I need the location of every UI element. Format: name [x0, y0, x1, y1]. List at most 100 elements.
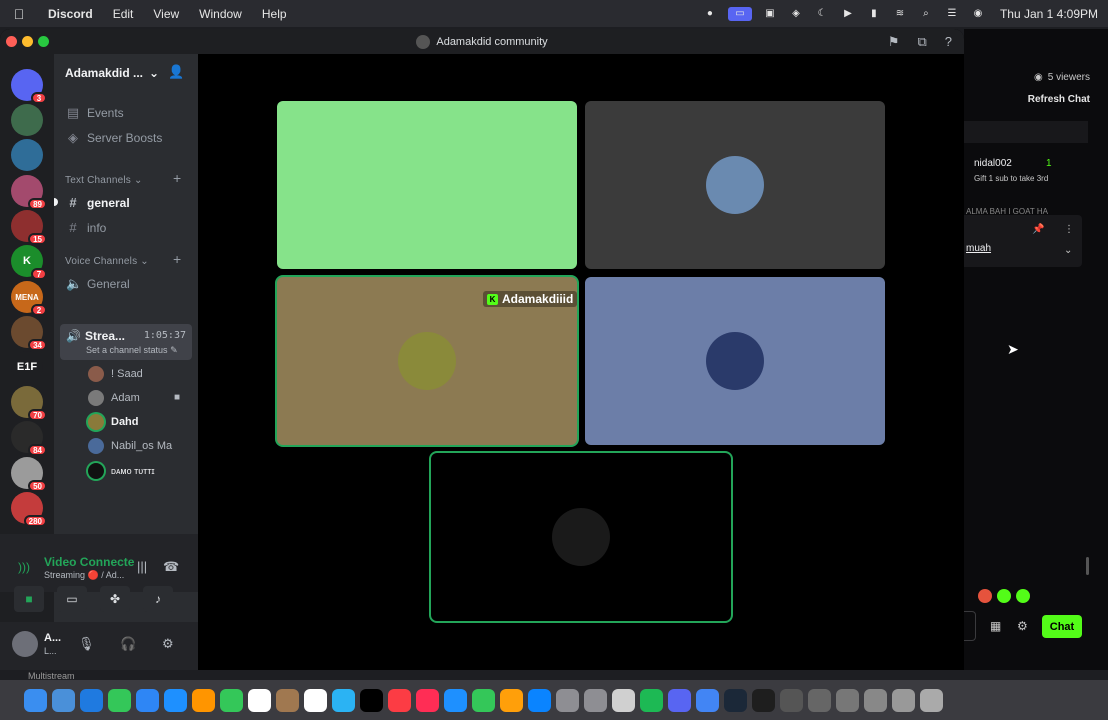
dock-app-icon[interactable] — [696, 688, 719, 712]
dock-app-icon[interactable] — [360, 688, 383, 712]
menu-edit[interactable]: Edit — [103, 7, 144, 21]
dock-app-icon[interactable] — [584, 688, 607, 712]
server-icon[interactable]: 84 — [11, 421, 47, 456]
dock-app-icon[interactable] — [836, 688, 859, 712]
chat-input[interactable] — [964, 611, 976, 641]
clock[interactable]: Thu Jan 1 4:09PM — [1000, 7, 1098, 21]
zoom-button[interactable] — [38, 36, 49, 47]
refresh-chat-button[interactable]: Refresh Chat — [1028, 94, 1090, 105]
more-icon[interactable]: ⋮ — [1064, 224, 1074, 235]
voice-user[interactable]: ! Saad — [88, 366, 143, 382]
voice-user[interactable]: Dahd — [88, 414, 139, 430]
store-icon[interactable]: ▦ — [990, 619, 1001, 633]
user-name[interactable]: A... — [44, 632, 61, 644]
invite-icon[interactable]: 👤 — [168, 64, 184, 80]
dock-app-icon[interactable] — [556, 688, 579, 712]
screen-share-button[interactable]: ▭ — [57, 586, 87, 612]
dock-app-icon[interactable] — [640, 688, 663, 712]
category-voice-channels[interactable]: Voice Channels ⌄ — [65, 256, 149, 267]
server-icon[interactable] — [11, 139, 43, 171]
dock-app-icon[interactable] — [332, 688, 355, 712]
headphones-icon[interactable]: 🎧 — [120, 636, 136, 652]
dock-app-icon[interactable] — [276, 688, 299, 712]
vpn-icon[interactable]: ◈ — [788, 7, 804, 21]
flag-icon[interactable]: ⚑ — [888, 34, 900, 50]
server-icon[interactable]: E1F — [11, 351, 43, 383]
dock-app-icon[interactable] — [528, 688, 551, 712]
dock-app-icon[interactable] — [724, 688, 747, 712]
category-text-channels[interactable]: Text Channels ⌄ — [65, 175, 143, 186]
search-icon[interactable]: ⌕ — [918, 7, 934, 21]
server-icon[interactable]: K7 — [11, 245, 47, 280]
voice-channel-stream[interactable]: 🔊 Strea... 1:05:37 Set a channel status … — [60, 324, 192, 360]
sidebar-item-server-boosts[interactable]: ◈ Server Boosts — [66, 130, 162, 146]
dock-app-icon[interactable] — [136, 688, 159, 712]
dock-app-icon[interactable] — [808, 688, 831, 712]
voice-channel-general[interactable]: 🔈 General — [66, 276, 130, 292]
pinned-message[interactable]: 📌 ⋮ muah ⌄ — [964, 215, 1082, 267]
add-voice-channel-icon[interactable]: + — [173, 251, 181, 267]
server-icon[interactable]: 3 — [11, 69, 47, 104]
dock-app-icon[interactable] — [780, 688, 803, 712]
video-tile[interactable] — [585, 101, 885, 269]
apple-icon[interactable]:  — [0, 6, 38, 22]
sidebar-item-events[interactable]: ▤ Events — [66, 105, 124, 121]
menu-help[interactable]: Help — [252, 7, 297, 21]
channel-info[interactable]: # info — [66, 220, 106, 235]
dock-app-icon[interactable] — [920, 688, 943, 712]
dock-app-icon[interactable] — [192, 688, 215, 712]
dock-app-icon[interactable] — [52, 688, 75, 712]
dock-app-icon[interactable] — [668, 688, 691, 712]
microphone-icon[interactable]: 🎙 — [78, 636, 95, 652]
close-button[interactable] — [6, 36, 17, 47]
voice-user[interactable]: ᴅᴀᴍᴏ ᴛᴜᴛᴛɪ — [88, 463, 155, 479]
video-tile[interactable] — [585, 277, 885, 445]
voice-user[interactable]: Adam — [88, 390, 140, 406]
video-tile[interactable] — [277, 101, 577, 269]
chat-username[interactable]: nidal002 — [974, 158, 1012, 169]
dock-app-icon[interactable] — [248, 688, 271, 712]
menu-app[interactable]: Discord — [38, 7, 103, 21]
pinned-username[interactable]: muah — [966, 243, 991, 254]
server-icon[interactable]: 50 — [11, 457, 47, 492]
dock-app-icon[interactable] — [304, 688, 327, 712]
dock-app-icon[interactable] — [500, 688, 523, 712]
gear-icon[interactable]: ⚙ — [162, 636, 174, 652]
minimize-button[interactable] — [22, 36, 33, 47]
dock-app-icon[interactable] — [612, 688, 635, 712]
dock-app-icon[interactable] — [164, 688, 187, 712]
dock-app-icon[interactable] — [472, 688, 495, 712]
dock-app-icon[interactable] — [416, 688, 439, 712]
channel-status-button[interactable]: Set a channel status ✎ — [86, 345, 178, 356]
server-icon[interactable]: MENA 2 — [11, 281, 47, 316]
emote-icon[interactable] — [978, 589, 992, 603]
server-icon[interactable]: 89 — [11, 175, 47, 210]
camera-button[interactable]: ■ — [14, 586, 44, 612]
add-channel-icon[interactable]: + — [173, 170, 181, 186]
emote-icon[interactable] — [997, 589, 1011, 603]
menu-view[interactable]: View — [143, 7, 189, 21]
dock-app-icon[interactable] — [108, 688, 131, 712]
moon-icon[interactable]: ☾ — [814, 7, 830, 21]
extension-icon[interactable]: ▣ — [762, 7, 778, 21]
server-name-header[interactable]: Adamakdid ... ⌄ — [65, 66, 159, 80]
send-chat-button[interactable]: Chat — [1042, 615, 1082, 638]
server-icon[interactable]: 15 — [11, 210, 47, 245]
chevron-down-icon[interactable]: ⌄ — [1064, 245, 1072, 256]
help-icon[interactable]: ? — [945, 34, 952, 50]
dock-app-icon[interactable] — [892, 688, 915, 712]
disconnect-icon[interactable]: ☎ — [163, 559, 179, 575]
voice-user[interactable]: Nabil_os Ma — [88, 438, 172, 454]
server-icon[interactable]: 280 — [11, 492, 47, 527]
screen-share-icon[interactable]: ▭ — [727, 6, 752, 21]
record-icon[interactable]: ● — [702, 7, 718, 21]
dock-app-icon[interactable] — [388, 688, 411, 712]
popout-icon[interactable]: ⧉ — [917, 34, 926, 50]
avatar[interactable] — [12, 631, 38, 657]
channel-general[interactable]: # general — [54, 195, 130, 210]
dock-app-icon[interactable] — [752, 688, 775, 712]
video-tile[interactable] — [431, 453, 731, 621]
play-icon[interactable]: ▶ — [840, 7, 856, 21]
dock-app-icon[interactable] — [24, 688, 47, 712]
settings-icon[interactable]: ⚙ — [1017, 619, 1028, 633]
